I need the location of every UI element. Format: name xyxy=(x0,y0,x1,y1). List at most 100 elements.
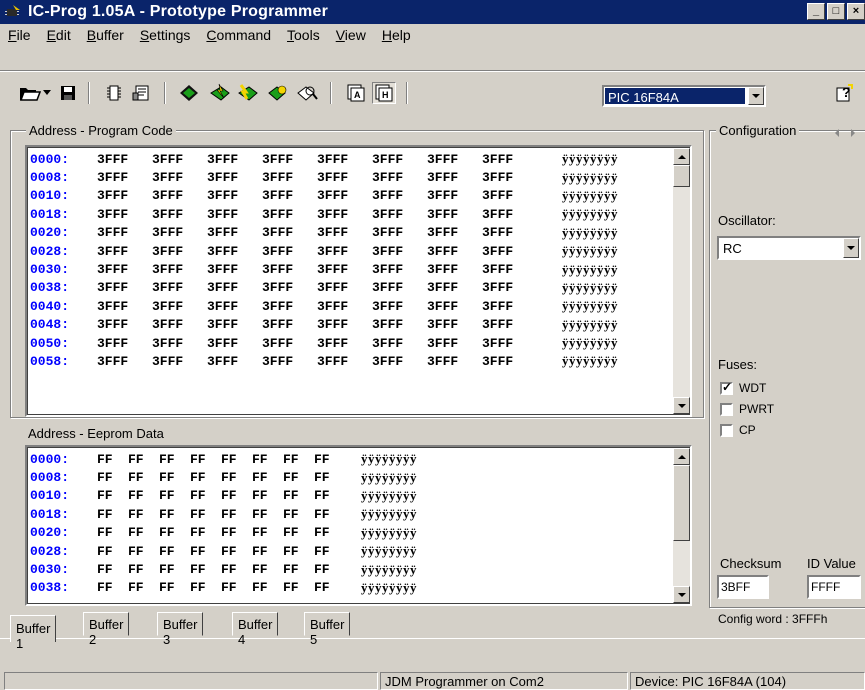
hex-cell[interactable]: FF xyxy=(314,525,345,540)
verify-button[interactable] xyxy=(266,82,290,104)
hex-cell[interactable]: FF xyxy=(190,507,221,522)
open-dropdown-button[interactable] xyxy=(40,82,54,104)
oscillator-select[interactable]: RC xyxy=(717,236,861,260)
erase-all-button[interactable] xyxy=(236,82,260,104)
hex-cell[interactable]: FF xyxy=(159,470,190,485)
hex-cell[interactable]: FF xyxy=(283,452,314,467)
hex-cell[interactable]: 3FFF xyxy=(317,317,372,332)
hex-cell[interactable]: 3FFF xyxy=(207,262,262,277)
hex-cell[interactable]: 3FFF xyxy=(317,207,372,222)
hex-cell[interactable]: FF xyxy=(190,488,221,503)
hex-cell[interactable]: FF xyxy=(314,562,345,577)
hex-cell[interactable]: 3FFF xyxy=(317,299,372,314)
scroll-down-arrow-icon[interactable] xyxy=(673,397,690,414)
checkbox[interactable] xyxy=(720,380,733,395)
hex-cell[interactable]: FF xyxy=(97,525,128,540)
hex-cell[interactable]: 3FFF xyxy=(262,244,317,259)
hex-cell[interactable]: FF xyxy=(252,562,283,577)
fuse-cp-checkbox-row[interactable]: CP xyxy=(720,423,756,437)
hex-cell[interactable]: FF xyxy=(190,525,221,540)
hex-cell[interactable]: 3FFF xyxy=(97,262,152,277)
title-bar[interactable]: IC-Prog 1.05A - Prototype Programmer _ □… xyxy=(0,0,865,24)
hex-cell[interactable]: FF xyxy=(128,562,159,577)
hex-cell[interactable]: 3FFF xyxy=(372,170,427,185)
hex-cell[interactable]: 3FFF xyxy=(97,244,152,259)
scroll-down-arrow-icon[interactable] xyxy=(673,586,690,603)
hex-cell[interactable]: 3FFF xyxy=(317,244,372,259)
hex-cell[interactable]: 3FFF xyxy=(262,262,317,277)
menu-item[interactable]: Help xyxy=(374,27,419,43)
hex-cell[interactable]: 3FFF xyxy=(482,354,537,369)
tab-buffer-5[interactable]: Buffer 5 xyxy=(304,612,351,647)
hex-cell[interactable]: 3FFF xyxy=(207,354,262,369)
hex-cell[interactable]: FF xyxy=(97,507,128,522)
hex-cell[interactable]: FF xyxy=(314,452,345,467)
hex-cell[interactable]: 3FFF xyxy=(372,207,427,222)
hex-cell[interactable]: 3FFF xyxy=(207,280,262,295)
hex-view-button[interactable]: H xyxy=(372,82,396,104)
hex-cell[interactable]: 3FFF xyxy=(482,244,537,259)
tab-buffer-3[interactable]: Buffer 3 xyxy=(157,612,204,647)
hex-cell[interactable]: 3FFF xyxy=(152,336,207,351)
hex-cell[interactable]: 3FFF xyxy=(427,170,482,185)
close-button[interactable]: × xyxy=(847,3,865,20)
hex-cell[interactable]: 3FFF xyxy=(372,354,427,369)
hex-cell[interactable]: 3FFF xyxy=(372,188,427,203)
hex-cell[interactable]: 3FFF xyxy=(152,299,207,314)
hex-cell[interactable]: 3FFF xyxy=(372,317,427,332)
hex-cell[interactable]: FF xyxy=(252,525,283,540)
chevron-down-icon[interactable] xyxy=(843,238,859,258)
hex-cell[interactable]: FF xyxy=(221,452,252,467)
hex-cell[interactable]: FF xyxy=(159,507,190,522)
hex-cell[interactable]: FF xyxy=(283,580,314,595)
menu-item[interactable]: File xyxy=(0,27,39,43)
hex-cell[interactable]: FF xyxy=(190,580,221,595)
hex-cell[interactable]: 3FFF xyxy=(372,299,427,314)
hex-cell[interactable]: 3FFF xyxy=(262,207,317,222)
hex-cell[interactable]: FF xyxy=(159,562,190,577)
hex-cell[interactable]: 3FFF xyxy=(482,188,537,203)
hex-cell[interactable]: 3FFF xyxy=(427,225,482,240)
hex-cell[interactable]: 3FFF xyxy=(427,317,482,332)
hex-cell[interactable]: FF xyxy=(97,580,128,595)
hex-cell[interactable]: 3FFF xyxy=(97,280,152,295)
hex-cell[interactable]: 3FFF xyxy=(317,152,372,167)
hex-cell[interactable]: FF xyxy=(252,544,283,559)
hex-cell[interactable]: 3FFF xyxy=(262,354,317,369)
hex-cell[interactable]: FF xyxy=(283,488,314,503)
hardware-settings-button[interactable] xyxy=(102,82,126,104)
tab-buffer-4[interactable]: Buffer 4 xyxy=(232,612,279,647)
hex-cell[interactable]: FF xyxy=(159,580,190,595)
program-code-view[interactable]: 0000: 3FFF 3FFF 3FFF 3FFF 3FFF 3FFF 3FFF 3FFF ÿÿÿ… xyxy=(25,145,692,417)
open-file-button[interactable] xyxy=(18,82,42,104)
hex-cell[interactable]: FF xyxy=(128,452,159,467)
hex-cell[interactable]: 3FFF xyxy=(152,280,207,295)
hex-cell[interactable]: FF xyxy=(252,580,283,595)
hex-cell[interactable]: 3FFF xyxy=(97,299,152,314)
hex-cell[interactable]: FF xyxy=(128,507,159,522)
hex-cell[interactable]: 3FFF xyxy=(482,299,537,314)
hex-cell[interactable]: 3FFF xyxy=(317,225,372,240)
hex-cell[interactable]: 3FFF xyxy=(152,207,207,222)
hex-cell[interactable]: FF xyxy=(190,452,221,467)
hex-cell[interactable]: 3FFF xyxy=(427,354,482,369)
hex-cell[interactable]: FF xyxy=(314,580,345,595)
hex-cell[interactable]: 3FFF xyxy=(152,170,207,185)
fuse-pwrt-checkbox-row[interactable]: PWRT xyxy=(720,402,774,416)
menu-item[interactable]: Settings xyxy=(132,27,199,43)
hex-cell[interactable]: FF xyxy=(159,525,190,540)
hex-cell[interactable]: FF xyxy=(128,544,159,559)
hex-cell[interactable]: 3FFF xyxy=(372,244,427,259)
hex-cell[interactable]: 3FFF xyxy=(317,336,372,351)
fuse-wdt-checkbox-row[interactable]: WDT xyxy=(720,380,766,395)
hex-cell[interactable]: 3FFF xyxy=(207,336,262,351)
hex-cell[interactable]: FF xyxy=(252,488,283,503)
hex-cell[interactable]: FF xyxy=(252,507,283,522)
panel-arrows-icon[interactable] xyxy=(833,128,859,138)
hex-cell[interactable]: FF xyxy=(97,562,128,577)
hex-cell[interactable]: FF xyxy=(190,544,221,559)
hex-cell[interactable]: FF xyxy=(252,452,283,467)
hex-cell[interactable]: FF xyxy=(221,562,252,577)
hex-cell[interactable]: 3FFF xyxy=(207,170,262,185)
hex-cell[interactable]: 3FFF xyxy=(482,152,537,167)
